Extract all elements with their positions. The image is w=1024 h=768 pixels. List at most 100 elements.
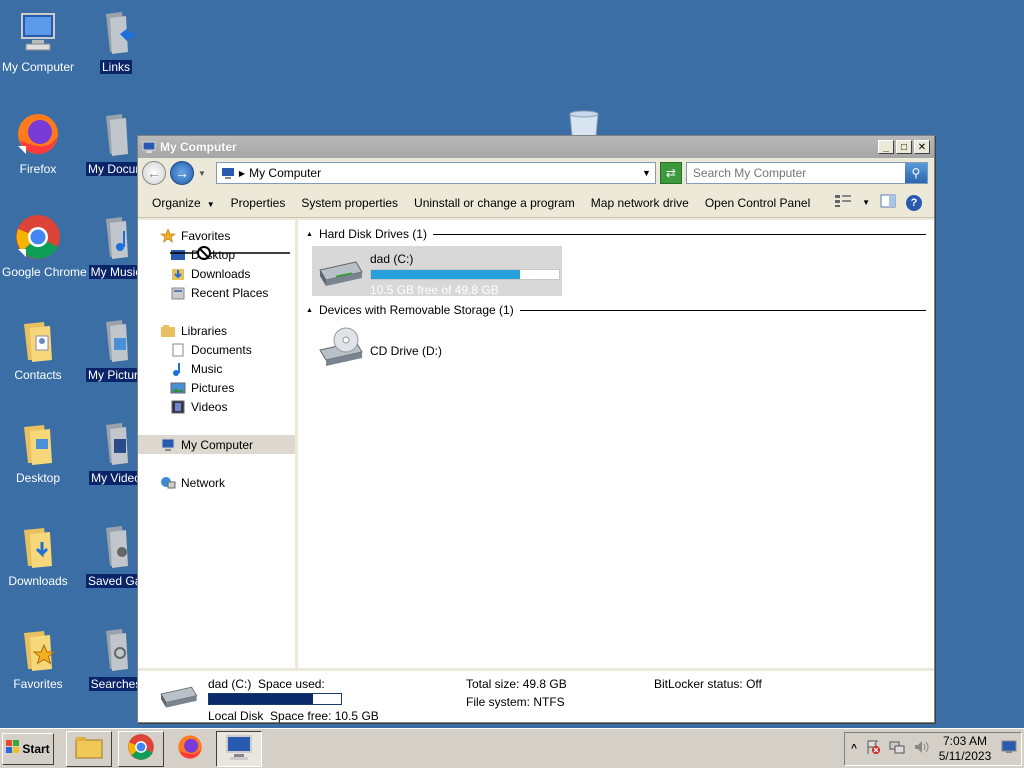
desktop-folder-icon bbox=[14, 419, 62, 467]
organize-label: Organize bbox=[152, 195, 201, 210]
taskbar-explorer-button[interactable] bbox=[66, 730, 112, 767]
taskbar-firefox-button[interactable] bbox=[170, 731, 210, 767]
nav-label: Videos bbox=[191, 399, 228, 414]
refresh-button[interactable]: ⇄ bbox=[659, 162, 682, 184]
libraries-icon bbox=[160, 324, 176, 338]
minimize-button[interactable]: _ bbox=[878, 140, 894, 154]
videos-icon bbox=[170, 400, 186, 414]
nav-label: Pictures bbox=[191, 380, 235, 395]
recent-pages-dropdown[interactable]: ▼ bbox=[198, 169, 206, 178]
nav-item-favorites[interactable]: Favorites bbox=[138, 226, 295, 245]
details-type: Local Disk bbox=[208, 709, 264, 723]
start-button[interactable]: Start bbox=[2, 732, 54, 765]
computer-icon bbox=[142, 141, 156, 153]
desktop-icon-favorites[interactable]: Favorites bbox=[0, 625, 76, 691]
desktop-icon-google-chrome[interactable]: Google Chrome bbox=[0, 213, 87, 279]
drive-usage-fill bbox=[371, 270, 520, 279]
preview-pane-icon[interactable] bbox=[880, 194, 896, 211]
system-properties-button[interactable]: System properties bbox=[293, 192, 406, 214]
clock[interactable]: 7:03 AM 5/11/2023 bbox=[937, 734, 993, 764]
total-size-label: Total size: bbox=[466, 677, 520, 691]
action-center-flag-icon[interactable] bbox=[865, 739, 881, 758]
maximize-button[interactable]: □ bbox=[896, 140, 912, 154]
desktop-icon-label: Favorites bbox=[13, 677, 63, 691]
search-icon: ⚲ bbox=[911, 166, 921, 180]
forward-button[interactable]: → bbox=[170, 161, 194, 185]
nav-item-documents[interactable]: Documents bbox=[138, 340, 295, 359]
taskbar-chrome-button[interactable] bbox=[118, 730, 164, 767]
views-dropdown-icon[interactable]: ▼ bbox=[862, 198, 870, 207]
group-header-removable[interactable]: ▲ Devices with Removable Storage (1) bbox=[306, 302, 926, 318]
filesystem-label: File system: bbox=[466, 695, 531, 709]
desktop-icon-contacts[interactable]: Contacts bbox=[0, 316, 76, 382]
firefox-icon bbox=[14, 110, 62, 158]
computer-icon bbox=[14, 8, 62, 56]
documents-icon bbox=[170, 343, 186, 357]
links-folder-icon bbox=[92, 8, 140, 56]
navigation-pane: Favorites Desktop Downloads Recent Place… bbox=[138, 220, 298, 668]
nav-item-downloads[interactable]: Downloads bbox=[138, 264, 295, 283]
address-bar[interactable]: ▶ My Computer ▼ bbox=[215, 162, 656, 184]
drive-free-text: 10.5 GB free of 49.8 GB bbox=[370, 283, 499, 297]
clock-time: 7:03 AM bbox=[942, 733, 988, 748]
nav-label: Recent Places bbox=[191, 285, 269, 300]
open-control-panel-button[interactable]: Open Control Panel bbox=[697, 192, 818, 214]
system-tray: ^ 7:03 AM 5/11/2023 bbox=[844, 731, 1022, 766]
music-icon bbox=[170, 362, 186, 376]
search-box[interactable]: ⚲ bbox=[685, 162, 928, 184]
network-status-icon[interactable] bbox=[889, 739, 905, 758]
desktop-icon-firefox[interactable]: Firefox bbox=[0, 110, 76, 176]
recycle-bin-icon[interactable] bbox=[566, 110, 602, 137]
desktop-icon-desktop[interactable]: Desktop bbox=[0, 419, 76, 485]
desktop-icon-label: Desktop bbox=[15, 471, 61, 485]
nav-item-videos[interactable]: Videos bbox=[138, 397, 295, 416]
nav-item-libraries[interactable]: Libraries bbox=[138, 321, 295, 340]
collapse-icon: ▲ bbox=[306, 230, 313, 238]
close-button[interactable]: ✕ bbox=[914, 140, 930, 154]
recent-places-icon bbox=[170, 286, 186, 300]
nav-item-recent-places[interactable]: Recent Places bbox=[138, 283, 295, 302]
chrome-icon bbox=[14, 213, 62, 261]
computer-icon bbox=[221, 168, 234, 179]
hard-drive-icon bbox=[316, 250, 364, 293]
drive-usage-bar bbox=[370, 269, 560, 280]
videos-folder-icon bbox=[92, 419, 140, 467]
organize-button[interactable]: Organize ▼ bbox=[144, 192, 223, 214]
show-desktop-icon[interactable] bbox=[1001, 740, 1017, 757]
nav-item-pictures[interactable]: Pictures bbox=[138, 378, 295, 397]
desktop-icon-downloads[interactable]: Downloads bbox=[0, 522, 76, 588]
drive-d[interactable]: CD Drive (D:) bbox=[312, 322, 562, 372]
nav-item-music[interactable]: Music bbox=[138, 359, 295, 378]
back-arrow-icon: ← bbox=[147, 165, 161, 181]
group-header-hard-disk[interactable]: ▲ Hard Disk Drives (1) bbox=[306, 226, 926, 242]
views-icon[interactable] bbox=[834, 194, 852, 211]
drive-c[interactable]: dad (C:) 10.5 GB free of 49.8 GB bbox=[312, 246, 562, 297]
space-free-value: 10.5 GB bbox=[334, 709, 379, 723]
firefox-icon bbox=[176, 733, 204, 764]
search-input[interactable] bbox=[686, 166, 905, 180]
filesystem-value: NTFS bbox=[533, 695, 565, 709]
address-text[interactable]: My Computer bbox=[249, 166, 321, 180]
back-button[interactable]: ← bbox=[142, 161, 166, 185]
volume-icon[interactable] bbox=[913, 739, 929, 758]
nav-label: Libraries bbox=[181, 323, 228, 338]
computer-icon bbox=[160, 438, 176, 452]
cd-drive-icon bbox=[316, 326, 364, 369]
properties-button[interactable]: Properties bbox=[223, 192, 294, 214]
map-network-drive-button[interactable]: Map network drive bbox=[583, 192, 697, 214]
desktop-icon-my-computer[interactable]: My Computer bbox=[0, 8, 76, 74]
uninstall-program-button[interactable]: Uninstall or change a program bbox=[406, 192, 583, 214]
taskbar-mycomputer-button[interactable] bbox=[216, 730, 262, 767]
address-separator-icon[interactable]: ▶ bbox=[239, 169, 245, 178]
search-button[interactable]: ⚲ bbox=[904, 163, 927, 183]
pictures-icon bbox=[170, 381, 186, 395]
show-hidden-icons-icon[interactable]: ^ bbox=[851, 743, 857, 754]
nav-item-my-computer[interactable]: My Computer bbox=[138, 435, 295, 454]
desktop-icon-label: Contacts bbox=[14, 368, 62, 382]
title-bar[interactable]: My Computer _ □ ✕ bbox=[138, 136, 934, 158]
help-icon[interactable]: ? bbox=[906, 194, 922, 211]
space-used-label: Space used: bbox=[258, 677, 325, 691]
desktop-icon-links[interactable]: Links bbox=[78, 8, 154, 74]
chevron-down-icon[interactable]: ▼ bbox=[642, 168, 651, 178]
nav-item-network[interactable]: Network bbox=[138, 473, 295, 492]
